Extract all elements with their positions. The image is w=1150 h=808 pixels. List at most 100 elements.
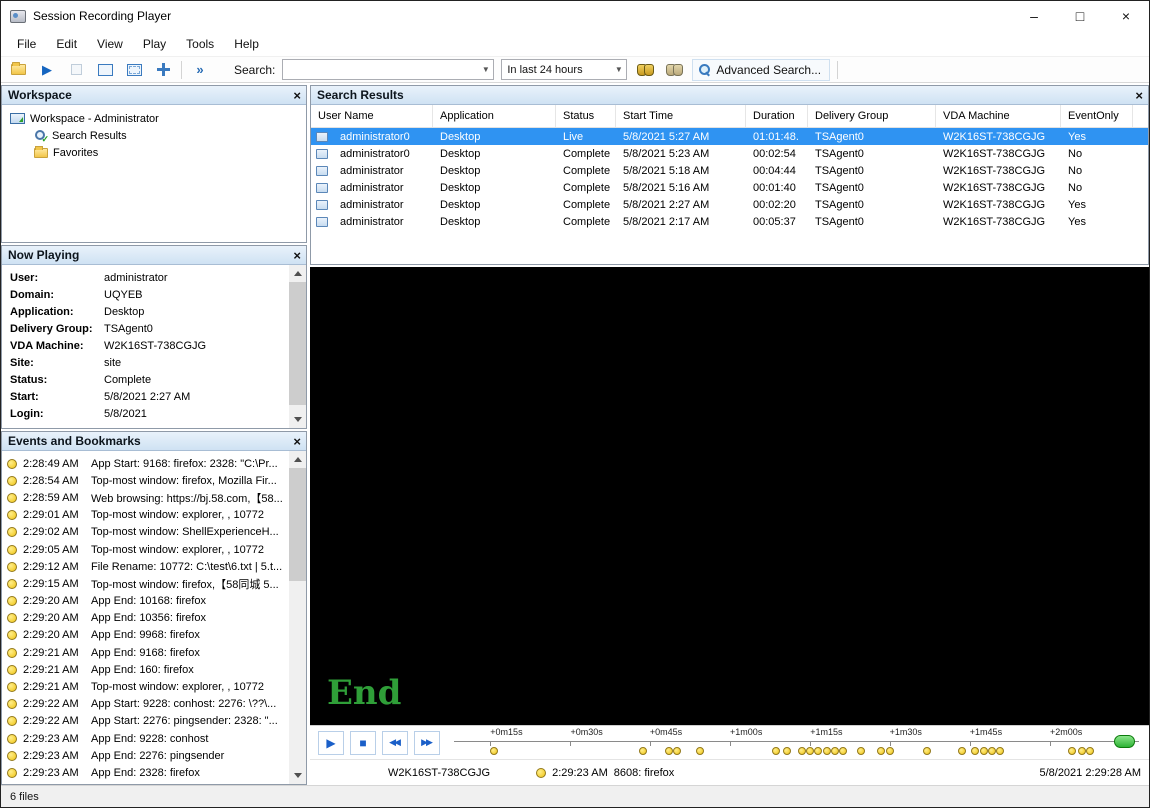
scroll-down-icon[interactable] xyxy=(289,411,306,428)
chevron-down-icon[interactable]: ▼ xyxy=(611,65,626,74)
fast-forward-button[interactable]: ▶▶ xyxy=(414,731,440,755)
now-playing-scrollbar[interactable] xyxy=(289,265,306,428)
close-button[interactable]: × xyxy=(1103,1,1149,31)
timeline-event-dot[interactable] xyxy=(783,747,791,755)
search-result-row[interactable]: administratorDesktopComplete5/8/2021 2:1… xyxy=(311,213,1148,230)
menu-item-help[interactable]: Help xyxy=(224,33,269,55)
menu-item-view[interactable]: View xyxy=(87,33,133,55)
event-row[interactable]: 2:29:20 AMApp End: 9968: firefox xyxy=(7,627,286,644)
column-header-eventonly[interactable]: EventOnly xyxy=(1061,105,1133,127)
search-up-button[interactable] xyxy=(663,60,685,80)
timeline-event-dot[interactable] xyxy=(1068,747,1076,755)
rewind-button[interactable]: ◀◀ xyxy=(382,731,408,755)
timeline-track[interactable] xyxy=(454,741,1139,742)
close-icon[interactable]: × xyxy=(293,249,301,262)
column-header-delivery-group[interactable]: Delivery Group xyxy=(808,105,936,127)
timeline-event-dot[interactable] xyxy=(639,747,647,755)
timeline-event-dot[interactable] xyxy=(490,747,498,755)
tree-item-search-results[interactable]: Search Results xyxy=(2,127,306,144)
chevron-down-icon[interactable]: ▼ xyxy=(478,65,493,74)
column-header-vda-machine[interactable]: VDA Machine xyxy=(936,105,1061,127)
event-row[interactable]: 2:29:02 AMTop-most window: ShellExperien… xyxy=(7,524,286,541)
menu-item-play[interactable]: Play xyxy=(133,33,176,55)
timeline[interactable]: +0m15s+0m30s+0m45s+1m00s+1m15s+1m30s+1m4… xyxy=(454,726,1139,759)
event-row[interactable]: 2:29:05 AMTop-most window: explorer, , 1… xyxy=(7,541,286,558)
event-row[interactable]: 2:29:23 AMApp End: 2276: pingsender xyxy=(7,747,286,764)
scrollbar-thumb[interactable] xyxy=(289,468,306,581)
event-row[interactable]: 2:29:22 AMApp Start: 2276: pingsender: 2… xyxy=(7,713,286,730)
search-result-row[interactable]: administratorDesktopComplete5/8/2021 2:2… xyxy=(311,196,1148,213)
scroll-up-icon[interactable] xyxy=(289,265,306,282)
event-row[interactable]: 2:29:23 AMApp End: 9228: conhost xyxy=(7,730,286,747)
timeline-event-dot[interactable] xyxy=(1086,747,1094,755)
timeline-slider[interactable] xyxy=(1114,735,1135,748)
column-header-application[interactable]: Application xyxy=(433,105,556,127)
column-header-start-time[interactable]: Start Time xyxy=(616,105,746,127)
timeline-event-dot[interactable] xyxy=(996,747,1004,755)
more-tools-button[interactable]: » xyxy=(189,60,211,80)
stop-toolbar-button[interactable] xyxy=(65,60,87,80)
play-toolbar-button[interactable]: ▶ xyxy=(36,60,58,80)
event-row[interactable]: 2:29:20 AMApp End: 10356: firefox xyxy=(7,610,286,627)
event-row[interactable]: 2:29:21 AMTop-most window: explorer, , 1… xyxy=(7,678,286,695)
column-header-status[interactable]: Status xyxy=(556,105,616,127)
scrollbar-thumb[interactable] xyxy=(289,282,306,405)
timeline-event-dot[interactable] xyxy=(665,747,673,755)
event-row[interactable]: 2:28:59 AMWeb browsing: https://bj.58.co… xyxy=(7,489,286,506)
timeline-event-dot[interactable] xyxy=(1078,747,1086,755)
search-result-row[interactable]: administrator0DesktopLive5/8/2021 5:27 A… xyxy=(311,128,1148,145)
fullscreen-button[interactable] xyxy=(94,60,116,80)
timeline-event-dot[interactable] xyxy=(971,747,979,755)
menu-item-file[interactable]: File xyxy=(7,33,46,55)
maximize-button[interactable]: □ xyxy=(1057,1,1103,31)
timeline-event-dot[interactable] xyxy=(696,747,704,755)
events-scrollbar[interactable] xyxy=(289,451,306,784)
timeline-event-dot[interactable] xyxy=(798,747,806,755)
open-file-button[interactable] xyxy=(7,60,29,80)
timeline-event-dot[interactable] xyxy=(980,747,988,755)
event-row[interactable]: 2:29:01 AMTop-most window: explorer, , 1… xyxy=(7,507,286,524)
tree-item-favorites[interactable]: Favorites xyxy=(2,144,306,161)
event-row[interactable]: 2:29:21 AMApp End: 9168: firefox xyxy=(7,644,286,661)
fit-window-button[interactable] xyxy=(123,60,145,80)
event-row[interactable]: 2:29:23 AMApp End: 2328: firefox xyxy=(7,764,286,781)
event-row[interactable]: 2:29:12 AMFile Rename: 10772: C:\test\6.… xyxy=(7,558,286,575)
event-row[interactable]: 2:28:49 AMApp Start: 9168: firefox: 2328… xyxy=(7,455,286,472)
menu-item-tools[interactable]: Tools xyxy=(176,33,224,55)
advanced-search-button[interactable]: Advanced Search... xyxy=(692,59,830,81)
menu-item-edit[interactable]: Edit xyxy=(46,33,87,55)
timeline-event-dot[interactable] xyxy=(806,747,814,755)
scroll-down-icon[interactable] xyxy=(289,767,306,784)
timeline-event-dot[interactable] xyxy=(958,747,966,755)
search-combobox[interactable]: ▼ xyxy=(282,59,494,80)
timeline-event-dot[interactable] xyxy=(673,747,681,755)
search-result-row[interactable]: administratorDesktopComplete5/8/2021 5:1… xyxy=(311,179,1148,196)
minimize-button[interactable]: – xyxy=(1011,1,1057,31)
time-filter-dropdown[interactable]: In last 24 hours ▼ xyxy=(501,59,627,80)
timeline-event-dot[interactable] xyxy=(857,747,865,755)
scroll-up-icon[interactable] xyxy=(289,451,306,468)
event-row[interactable]: 2:29:20 AMApp End: 10168: firefox xyxy=(7,593,286,610)
event-row[interactable]: 2:29:15 AMTop-most window: firefox,【58同城… xyxy=(7,575,286,592)
timeline-event-dot[interactable] xyxy=(772,747,780,755)
pan-button[interactable] xyxy=(152,60,174,80)
timeline-event-dot[interactable] xyxy=(877,747,885,755)
column-header-user-name[interactable]: User Name xyxy=(311,105,433,127)
search-result-row[interactable]: administrator0DesktopComplete5/8/2021 5:… xyxy=(311,145,1148,162)
timeline-event-dot[interactable] xyxy=(988,747,996,755)
timeline-event-dot[interactable] xyxy=(831,747,839,755)
close-icon[interactable]: × xyxy=(293,89,301,102)
tree-item-workspace-root[interactable]: Workspace - Administrator xyxy=(2,110,306,127)
timeline-event-dot[interactable] xyxy=(814,747,822,755)
timeline-event-dot[interactable] xyxy=(923,747,931,755)
search-down-button[interactable] xyxy=(634,60,656,80)
event-row[interactable]: 2:29:22 AMApp Start: 9228: conhost: 2276… xyxy=(7,696,286,713)
search-result-row[interactable]: administratorDesktopComplete5/8/2021 5:1… xyxy=(311,162,1148,179)
stop-button[interactable]: ■ xyxy=(350,731,376,755)
column-header-duration[interactable]: Duration xyxy=(746,105,808,127)
timeline-event-dot[interactable] xyxy=(839,747,847,755)
close-icon[interactable]: × xyxy=(293,435,301,448)
close-icon[interactable]: × xyxy=(1135,89,1143,102)
event-row[interactable]: 2:29:21 AMApp End: 160: firefox xyxy=(7,661,286,678)
timeline-event-dot[interactable] xyxy=(886,747,894,755)
